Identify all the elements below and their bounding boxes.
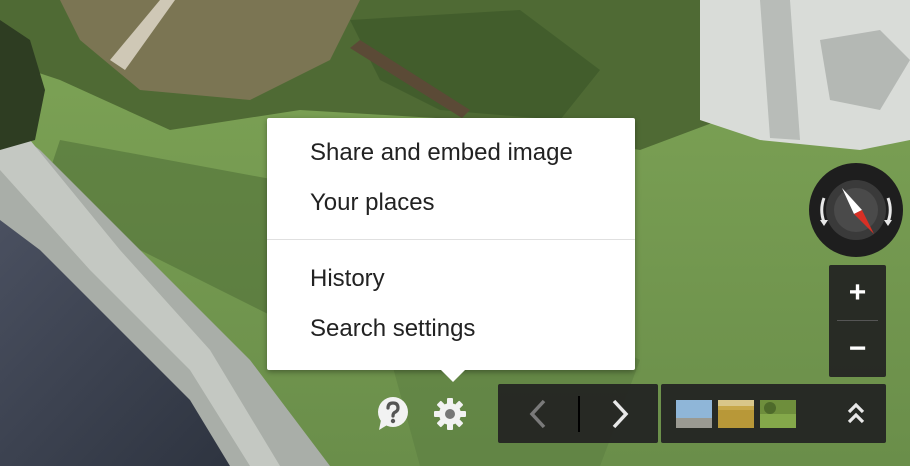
compass-icon[interactable] <box>808 162 904 258</box>
gear-icon[interactable] <box>432 396 468 432</box>
settings-menu: Share and embed image Your places Histor… <box>267 118 635 382</box>
help-icon[interactable] <box>375 396 411 432</box>
thumbnail-photo[interactable] <box>676 400 712 428</box>
zoom-out-button[interactable]: − <box>829 321 886 377</box>
menu-item-history[interactable]: History <box>310 264 385 294</box>
zoom-in-button[interactable]: + <box>829 265 886 320</box>
chevron-right-icon[interactable] <box>602 398 638 430</box>
menu-item-your-places[interactable]: Your places <box>310 188 435 218</box>
double-chevron-up-icon[interactable] <box>841 398 871 430</box>
menu-item-share-embed[interactable]: Share and embed image <box>310 138 573 168</box>
zoom-control: + − <box>829 265 886 377</box>
menu-divider <box>267 239 635 240</box>
chevron-left-icon[interactable] <box>520 398 556 430</box>
photo-navigation <box>498 384 658 443</box>
thumbnail-photo[interactable] <box>760 400 796 428</box>
thumbnail-photo[interactable] <box>718 400 754 428</box>
thumbnail-strip <box>661 384 886 443</box>
menu-item-search-settings[interactable]: Search settings <box>310 314 475 344</box>
nav-divider <box>578 396 580 432</box>
